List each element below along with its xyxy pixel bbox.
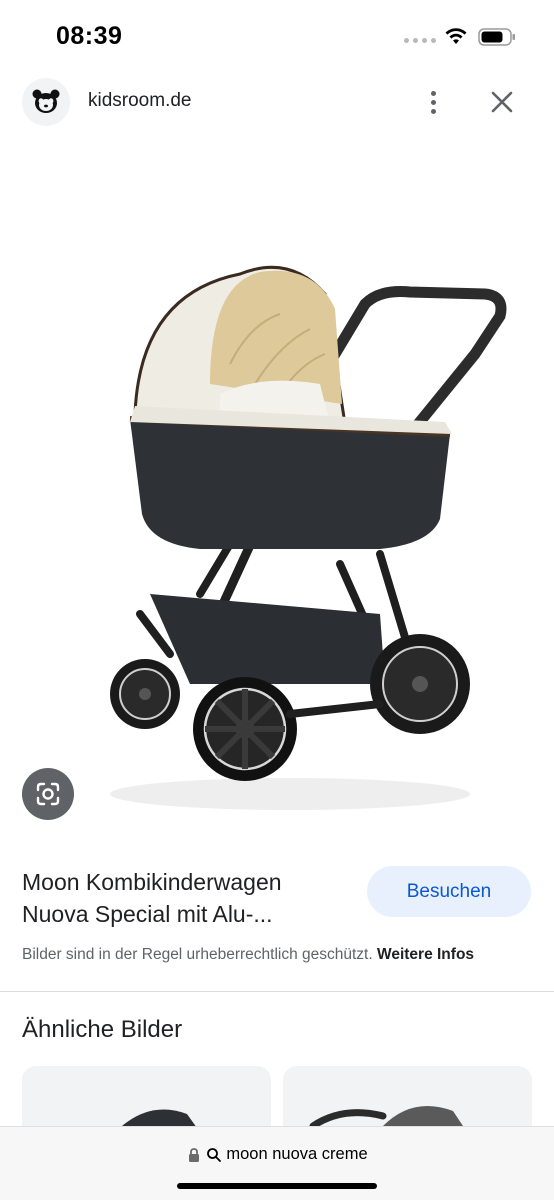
result-title[interactable]: Moon Kombikinderwagen Nuova Special mit …: [22, 866, 352, 930]
more-vert-icon[interactable]: [418, 84, 448, 120]
google-lens-icon: [36, 782, 60, 806]
home-indicator: [177, 1183, 377, 1189]
visit-button[interactable]: Besuchen: [367, 866, 531, 917]
site-name[interactable]: kidsroom.de: [88, 90, 192, 112]
search-icon: [207, 1147, 222, 1162]
search-query: moon nuova creme: [226, 1145, 368, 1163]
address-bar[interactable]: moon nuova creme: [0, 1126, 554, 1200]
result-title-line2: Nuova Special mit Alu-...: [22, 901, 273, 927]
url-row[interactable]: moon nuova creme: [0, 1145, 554, 1164]
lock-icon: [189, 1147, 200, 1162]
battery-icon: [478, 28, 515, 46]
more-info-link[interactable]: Weitere Infos: [377, 946, 474, 963]
copyright-notice: Bilder sind in der Regel urheberrechtlic…: [22, 946, 474, 964]
image-viewer: [0, 134, 554, 834]
signal-icon: [404, 38, 436, 43]
similar-images-heading: Ähnliche Bilder: [22, 1016, 183, 1043]
stroller-image: [110, 265, 507, 810]
status-bar: 08:39: [0, 0, 554, 70]
google-lens-button[interactable]: [22, 768, 74, 820]
divider: [0, 991, 554, 992]
wifi-icon: [445, 28, 467, 44]
status-time: 08:39: [56, 22, 123, 50]
close-icon[interactable]: [484, 84, 520, 120]
copyright-text: Bilder sind in der Regel urheberrechtlic…: [22, 946, 373, 963]
panda-logo-icon[interactable]: [22, 78, 70, 126]
site-header: kidsroom.de: [0, 70, 554, 134]
result-title-line1: Moon Kombikinderwagen: [22, 869, 282, 895]
